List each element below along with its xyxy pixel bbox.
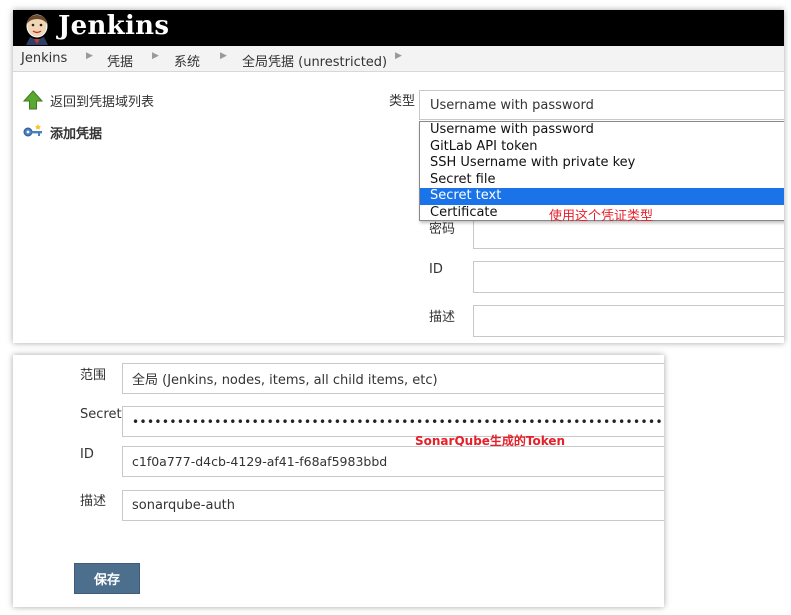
option-ssh-private-key[interactable]: SSH Username with private key — [420, 155, 784, 172]
credential-type-dropdown: Username with password GitLab API token … — [419, 121, 784, 224]
credential-type-panel: Jenkins Jenkins ▶ 凭据 ▶ 系统 ▶ 全局凭据 (unrest… — [13, 10, 784, 343]
secret-field[interactable]: ••••••••••••••••••••••••••••••••••••••••… — [122, 406, 664, 437]
type-label: 类型 — [389, 94, 416, 109]
breadcrumb-separator-icon: ▶ — [395, 51, 402, 61]
breadcrumb-jenkins[interactable]: Jenkins — [21, 51, 67, 66]
id-field[interactable] — [473, 261, 784, 293]
breadcrumb-system[interactable]: 系统 — [174, 51, 200, 70]
key-icon — [23, 124, 42, 137]
credential-type-select[interactable]: Username with password — [419, 90, 784, 120]
option-secret-file[interactable]: Secret file — [420, 172, 784, 189]
back-to-domains-link[interactable]: 返回到凭据域列表 — [23, 90, 154, 110]
scope-label: 范围 — [80, 368, 107, 383]
breadcrumb-global-credentials[interactable]: 全局凭据 (unrestricted) — [242, 51, 387, 70]
option-secret-text[interactable]: Secret text — [420, 188, 784, 205]
breadcrumb-credentials[interactable]: 凭据 — [107, 51, 133, 70]
type-hint-annotation: 使用这个凭证类型 — [549, 209, 654, 224]
save-button[interactable]: 保存 — [74, 563, 140, 594]
jenkins-butler-icon[interactable] — [22, 13, 52, 45]
breadcrumb: Jenkins ▶ 凭据 ▶ 系统 ▶ 全局凭据 (unrestricted) … — [13, 46, 784, 72]
add-credentials-link[interactable]: 添加凭据 — [23, 122, 102, 142]
secret-masked-value: ••••••••••••••••••••••••••••••••••••••••… — [132, 414, 664, 429]
scope-select[interactable]: 全局 (Jenkins, nodes, items, all child ite… — [122, 363, 664, 394]
up-arrow-icon — [23, 90, 43, 110]
description-field[interactable]: sonarqube-auth — [122, 490, 664, 521]
description-field[interactable] — [473, 305, 784, 337]
option-gitlab-api-token[interactable]: GitLab API token — [420, 139, 784, 156]
id-label: ID — [429, 262, 443, 277]
breadcrumb-separator-icon: ▶ — [152, 51, 159, 61]
breadcrumb-separator-icon: ▶ — [220, 51, 227, 61]
id-label: ID — [80, 447, 94, 462]
secret-label: Secret — [80, 407, 122, 422]
jenkins-header: Jenkins — [13, 10, 784, 46]
description-label: 描述 — [429, 310, 456, 325]
add-credentials-label: 添加凭据 — [50, 126, 103, 142]
description-label: 描述 — [80, 494, 107, 509]
breadcrumb-separator-icon: ▶ — [86, 51, 93, 61]
option-username-password[interactable]: Username with password — [420, 122, 784, 139]
id-field[interactable]: c1f0a777-d4cb-4129-af41-f68af5983bbd — [122, 446, 664, 477]
secret-text-form-panel: 范围 全局 (Jenkins, nodes, items, all child … — [13, 355, 664, 607]
back-to-domains-label: 返回到凭据域列表 — [50, 94, 155, 110]
jenkins-logo-text[interactable]: Jenkins — [58, 11, 169, 41]
